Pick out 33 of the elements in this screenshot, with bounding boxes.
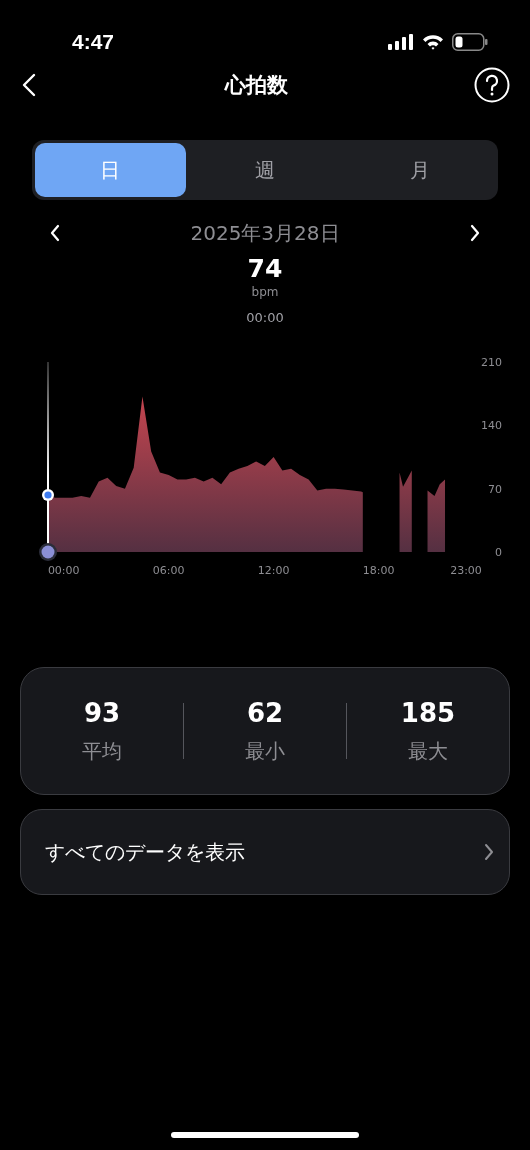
back-button[interactable] xyxy=(20,72,38,98)
date-label: 2025年3月28日 xyxy=(190,219,340,247)
help-button[interactable] xyxy=(474,67,510,103)
stat-label: 最小 xyxy=(245,737,285,765)
chevron-right-icon xyxy=(483,843,495,861)
x-axis-label: 18:00 xyxy=(362,564,395,577)
status-time: 4:47 xyxy=(72,30,115,54)
y-axis-label: 140 xyxy=(481,419,502,433)
battery-icon xyxy=(452,33,488,51)
stat-value: 93 xyxy=(83,697,121,728)
heart-rate-value: 74 xyxy=(247,254,283,284)
signal-icon xyxy=(388,34,414,50)
x-axis-label: 12:00 xyxy=(257,564,290,577)
chart-cursor[interactable] xyxy=(39,362,57,561)
stat-label: 最大 xyxy=(408,737,448,765)
x-axis-label: 06:00 xyxy=(152,564,185,577)
unit-label: bpm xyxy=(251,284,279,300)
wifi-icon xyxy=(422,34,444,50)
period-tab[interactable]: 週 xyxy=(189,143,341,197)
stat-value: 185 xyxy=(400,697,456,728)
y-axis-label: 70 xyxy=(488,482,502,496)
reading-time: 00:00 xyxy=(246,310,284,325)
x-axis-label: 23:00 xyxy=(450,564,482,577)
y-axis-label: 210 xyxy=(481,356,502,369)
all-data-row[interactable]: すべてのデータを表示 xyxy=(20,809,510,895)
period-tab[interactable]: 月 xyxy=(344,143,495,197)
y-axis-label: 0 xyxy=(495,546,502,559)
page-title: 心拍数 xyxy=(224,72,288,99)
x-axis-label: 00:00 xyxy=(47,564,80,577)
previous-day-button[interactable] xyxy=(49,224,61,242)
stat-label: 平均 xyxy=(82,737,122,765)
next-day-button[interactable] xyxy=(469,224,481,242)
stat-value: 62 xyxy=(246,697,284,728)
